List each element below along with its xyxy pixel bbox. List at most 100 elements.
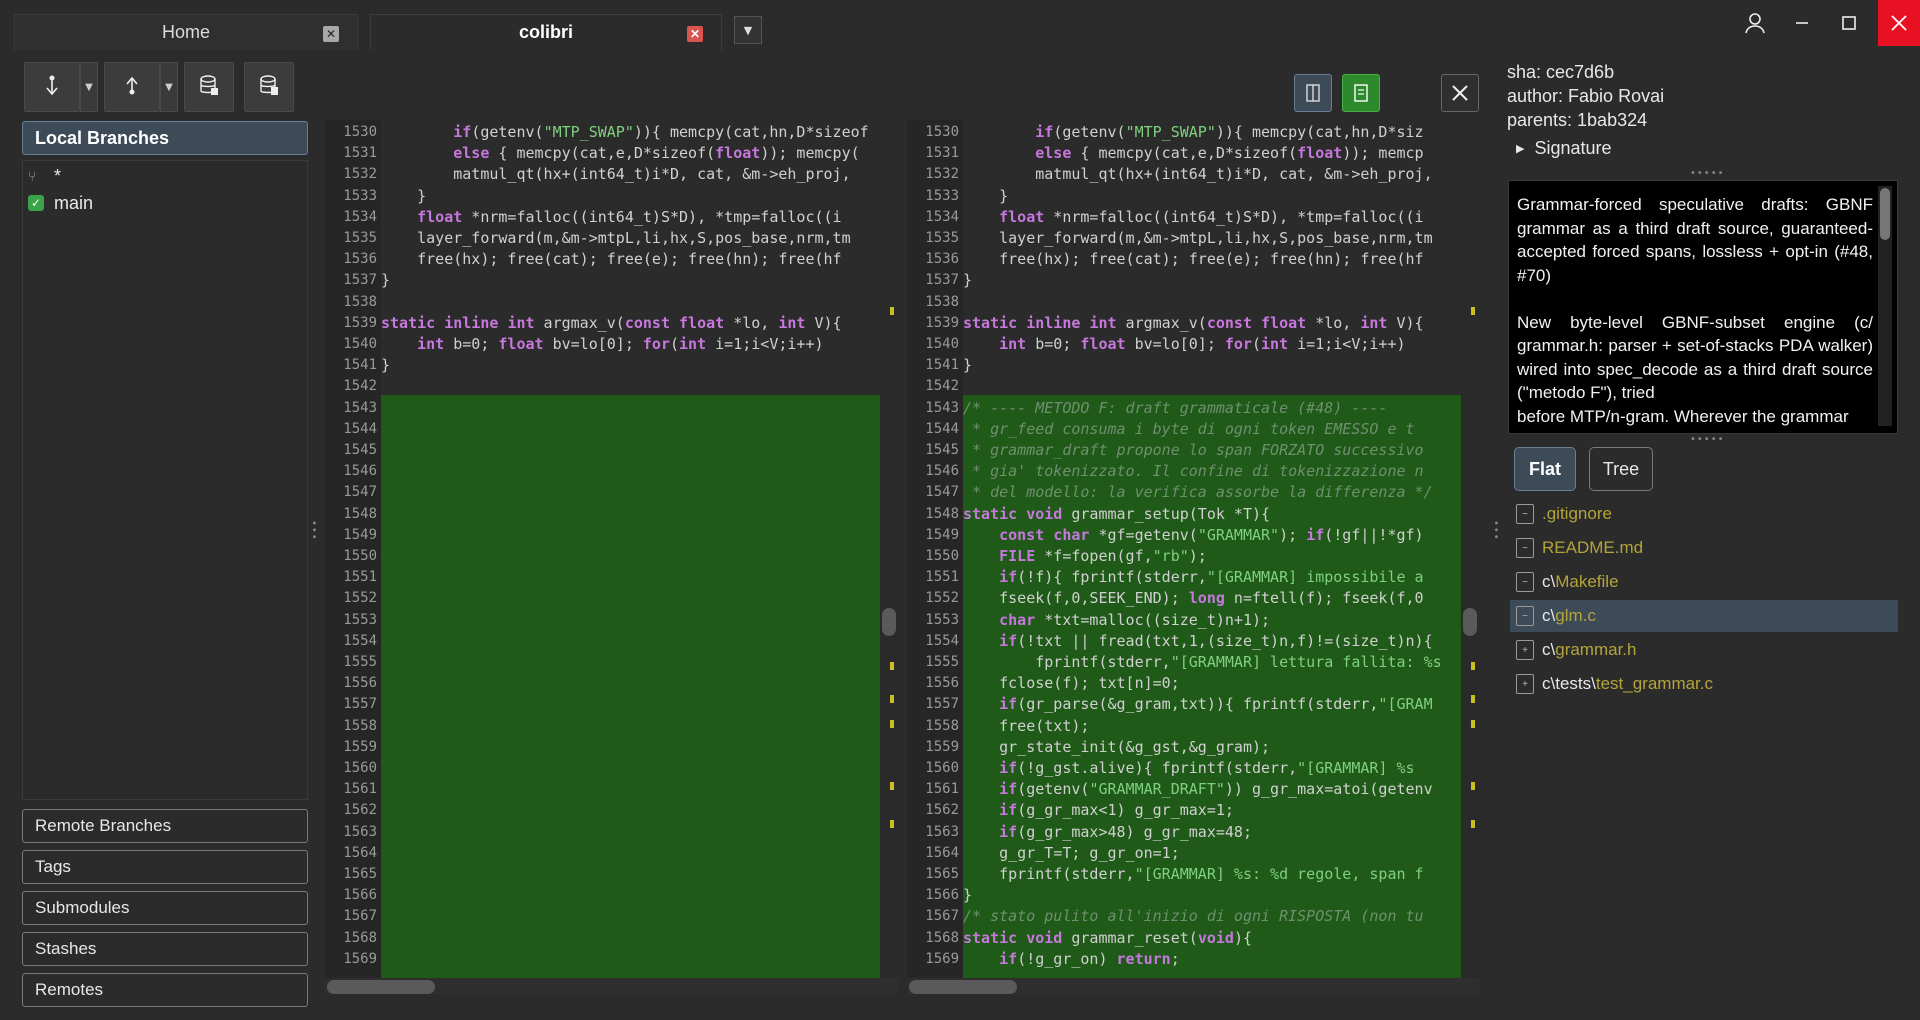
tab-list-chevron-down-icon[interactable]: ▼ xyxy=(734,16,762,44)
push-button[interactable] xyxy=(104,62,160,112)
code-line: if(getenv("MTP_SWAP")){ memcpy(cat,hn,D*… xyxy=(1035,123,1424,141)
section-tags[interactable]: Tags xyxy=(22,850,308,884)
line-number: 1548 xyxy=(343,505,377,522)
change-marker xyxy=(1471,782,1475,790)
code-line: if(!f){ fprintf(stderr,"[GRAMMAR] imposs… xyxy=(999,568,1424,587)
section-stashes[interactable]: Stashes xyxy=(22,932,308,966)
tab-colibri-close-icon[interactable]: ✕ xyxy=(687,26,703,42)
code-line: * gia' tokenizzato. Il confine di tokeni… xyxy=(963,462,1424,481)
code-line: else { memcpy(cat,e,D*sizeof(float)); me… xyxy=(1035,144,1424,163)
message-splitter-handle[interactable]: ••••• xyxy=(1690,168,1725,179)
code-line: * del modello: la verifica assorbe la di… xyxy=(963,483,1433,502)
file-item[interactable]: + c\tests\ test_grammar.c xyxy=(1510,668,1898,700)
file-item[interactable]: ~ README.md xyxy=(1510,532,1898,564)
file-dir: c\tests\ xyxy=(1542,674,1596,693)
diff-pane-left[interactable]: 1530 1531 1532 1533 1534 1535 1536 1537 1538 1539… xyxy=(325,120,880,978)
window-close-icon[interactable] xyxy=(1878,0,1920,46)
maximize-icon[interactable] xyxy=(1826,0,1872,46)
flat-view-button[interactable]: Flat xyxy=(1514,447,1576,491)
file-modified-icon: ~ xyxy=(1516,572,1534,592)
section-submodules[interactable]: Submodules xyxy=(22,891,308,925)
left-splitter-handle[interactable]: ••• xyxy=(308,520,319,541)
code-area[interactable]: if(getenv("MTP_SWAP")){ memcpy(cat,hn,D*… xyxy=(381,120,880,978)
line-number: 1532 xyxy=(925,166,959,183)
code-line: fseek(f,0,SEEK_END); long n=ftell(f); fs… xyxy=(963,589,1424,608)
line-number: 1563 xyxy=(925,823,959,840)
pull-options-chevron-down-icon[interactable]: ▼ xyxy=(80,62,98,112)
right-horizontal-scroll-thumb[interactable] xyxy=(909,980,1017,994)
left-horizontal-scroll-thumb[interactable] xyxy=(327,980,435,994)
code-line: gr_state_init(&g_gst,&g_gram); xyxy=(963,737,1271,756)
branch-label: main xyxy=(54,192,94,213)
section-remotes[interactable]: Remotes xyxy=(22,973,308,1007)
line-number: 1555 xyxy=(925,654,959,670)
commit-message-box[interactable]: Grammar-forced speculative drafts: GBNF … xyxy=(1508,180,1898,434)
branch-item-main[interactable]: ✓ main xyxy=(28,190,93,216)
code-line: g_gr_T=T; g_gr_on=1; xyxy=(963,843,1180,862)
line-number: 1539 xyxy=(925,314,959,331)
right-splitter-handle[interactable]: ••• xyxy=(1490,520,1501,541)
line-number: 1531 xyxy=(925,145,959,162)
tree-view-button[interactable]: Tree xyxy=(1589,447,1653,491)
line-number-gutter: 1530 1531 1532 1533 1534 1535 1536 1537 1538 1539… xyxy=(907,120,963,978)
stash-button[interactable] xyxy=(184,62,234,112)
tab-home-close-icon[interactable]: ✕ xyxy=(323,26,339,42)
pull-icon xyxy=(43,74,61,101)
code-line: char *txt=malloc((size_t)n+1); xyxy=(999,610,1271,629)
minimize-icon[interactable] xyxy=(1779,0,1825,46)
right-vertical-scrollbar[interactable] xyxy=(1461,120,1479,978)
files-splitter-handle[interactable]: ••••• xyxy=(1690,434,1725,445)
code-line: } xyxy=(381,356,391,375)
line-number: 1550 xyxy=(925,548,959,564)
commit-message-scroll-thumb[interactable] xyxy=(1880,188,1890,240)
branch-checked-icon[interactable]: ✓ xyxy=(28,195,44,211)
signature-toggle[interactable]: ▶ Signature xyxy=(1516,138,1612,159)
line-number: 1532 xyxy=(343,166,377,183)
commit-message-text: Grammar-forced speculative drafts: GBNF … xyxy=(1517,195,1873,426)
code-line: } xyxy=(963,186,1009,205)
file-item[interactable]: ~ c\ glm.c xyxy=(1510,600,1898,632)
tab-colibri-label: colibri xyxy=(518,22,573,42)
file-item[interactable]: ~ c\ Makefile xyxy=(1510,566,1898,598)
stash-pop-button[interactable] xyxy=(244,62,294,112)
diff-pane-right[interactable]: 1530 1531 1532 1533 1534 1535 1536 1537 1538 1539… xyxy=(907,120,1461,978)
line-number: 1542 xyxy=(925,378,959,395)
code-area[interactable]: if(getenv("MTP_SWAP")){ memcpy(cat,hn,D*… xyxy=(963,120,1461,978)
tab-colibri[interactable]: colibri ✕ xyxy=(370,14,722,50)
file-name: glm.c xyxy=(1555,606,1596,625)
commit-parents[interactable]: parents: 1bab324 xyxy=(1507,110,1647,131)
close-diff-icon[interactable] xyxy=(1441,74,1479,112)
change-marker xyxy=(890,820,894,828)
file-dir: c\ xyxy=(1542,572,1556,591)
left-vertical-scrollbar[interactable] xyxy=(880,120,898,978)
account-icon[interactable] xyxy=(1732,0,1778,46)
section-remote-branches[interactable]: Remote Branches xyxy=(22,809,308,843)
right-vertical-scroll-thumb[interactable] xyxy=(1463,608,1477,636)
line-number: 1549 xyxy=(925,526,959,543)
local-branches-header[interactable]: Local Branches xyxy=(22,121,308,155)
line-number: 1559 xyxy=(925,738,959,755)
branch-item-head[interactable]: ⑂ * xyxy=(28,163,61,189)
left-vertical-scroll-thumb[interactable] xyxy=(882,608,896,636)
file-item[interactable]: + c\ grammar.h xyxy=(1510,634,1898,666)
file-name: Makefile xyxy=(1555,572,1619,591)
push-options-chevron-down-icon[interactable]: ▼ xyxy=(160,62,178,112)
code-line: if(g_gr_max<1) g_gr_max=1; xyxy=(999,801,1234,820)
file-item[interactable]: ~ .gitignore xyxy=(1510,498,1898,530)
unified-view-icon[interactable] xyxy=(1342,74,1380,112)
code-line: static void grammar_reset(void){ xyxy=(963,928,1252,947)
tab-home[interactable]: Home ✕ xyxy=(14,14,358,50)
side-by-side-view-icon[interactable] xyxy=(1294,74,1332,112)
line-number: 1566 xyxy=(343,887,377,904)
code-line: if(getenv("MTP_SWAP")){ memcpy(cat,hn,D*… xyxy=(453,123,869,141)
pull-button[interactable] xyxy=(24,62,80,112)
code-line: FILE *f=fopen(gf,"rb"); xyxy=(999,547,1207,565)
code-line: } xyxy=(963,886,973,905)
